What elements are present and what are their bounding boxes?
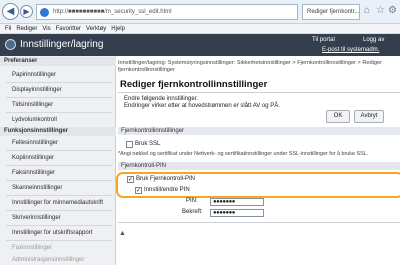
sidebar-item-copy[interactable]: Kopiinnstillinger xyxy=(12,154,114,162)
page: ◀ ▶ http://■■■■■■■■■■/m_security_ssl_edi… xyxy=(0,0,400,265)
sidebar-section-preferences: Preferanser xyxy=(0,57,116,66)
sidebar-item-report[interactable]: Innstillinger for utskriftsrapport xyxy=(12,229,114,237)
page-title: Rediger fjernkontrollinnstillinger xyxy=(120,79,268,90)
use-ssl-checkbox[interactable] xyxy=(126,141,133,148)
sidebar-divider xyxy=(6,225,112,226)
sidebar-divider xyxy=(6,150,112,151)
portal-link[interactable]: Til portal xyxy=(312,35,335,45)
confirm-pin-input[interactable]: ●●●●●●● xyxy=(210,209,264,217)
menu-view[interactable]: Vis xyxy=(42,26,50,32)
confirm-label: Bekreft: xyxy=(182,209,203,215)
sidebar-item-faxsettings[interactable]: Faxinnstillinger xyxy=(12,244,114,252)
sidebar-divider xyxy=(6,210,112,211)
sidebar-section-functions: Funksjonsinnstillinger xyxy=(0,127,116,136)
sidebar-item-media-print[interactable]: Innstillinger for minnemediautskrift xyxy=(12,199,114,207)
sidebar-item-common[interactable]: Fellesinnstillinger xyxy=(12,139,114,147)
sidebar-divider xyxy=(6,240,112,241)
ok-button[interactable]: OK xyxy=(326,110,350,123)
tab-label: Rediger fjernkontr... xyxy=(307,9,360,15)
cancel-button[interactable]: Avbryt xyxy=(354,110,384,123)
sidebar-divider xyxy=(6,82,112,83)
browser-tab[interactable]: Rediger fjernkontr... xyxy=(302,4,360,20)
url-field[interactable]: http://■■■■■■■■■■/m_security_ssl_edit.ht… xyxy=(36,4,298,20)
checkbox-checked-icon: ✓ xyxy=(128,177,134,183)
sidebar-item-scan[interactable]: Skanneinnstillinger xyxy=(12,184,114,192)
app-title: Innstillinger/lagring xyxy=(20,39,104,50)
header-links: Til portal Logg av xyxy=(310,35,400,45)
up-arrow-icon[interactable]: ▲ xyxy=(119,230,126,237)
checkbox-checked-icon: ✓ xyxy=(136,188,142,194)
section-remote-ui: Fjernkontrollinnstillinger xyxy=(118,127,400,135)
sidebar-item-display[interactable]: Displayinnstillinger xyxy=(12,86,114,94)
sidebar-divider xyxy=(6,195,112,196)
forward-icon[interactable]: ▶ xyxy=(20,5,33,18)
sidebar-divider xyxy=(6,97,112,98)
sidebar-divider xyxy=(6,165,112,166)
sidebar-item-admin[interactable]: Administrasjonsinnstillinger xyxy=(12,256,114,264)
menu-edit[interactable]: Rediger xyxy=(16,26,37,32)
use-ssl-label: Bruk SSL xyxy=(135,141,161,147)
sidebar-item-time[interactable]: Tidsinnstillinger xyxy=(12,101,114,109)
menu-favorites[interactable]: Favoritter xyxy=(56,26,81,32)
ie-icon xyxy=(40,8,49,17)
description-line-2: Endringer virker etter at hovedstrømmen … xyxy=(124,103,280,109)
sidebar-item-printer[interactable]: Skriverinnstillinger xyxy=(12,214,114,222)
sidebar-divider xyxy=(6,112,112,113)
use-pin-label: Bruk Fjernkontroll-PIN xyxy=(136,176,196,182)
sidebar-item-fax[interactable]: Faksinnstillinger xyxy=(12,169,114,177)
home-icon[interactable]: ⌂ xyxy=(364,5,370,17)
title-divider xyxy=(118,92,400,93)
sidebar-divider xyxy=(6,180,112,181)
description-line-1: Endre følgende innstillinger. xyxy=(124,96,199,102)
section-remote-pin: Fjernkontroll-PIN xyxy=(118,162,400,170)
ssl-note: *Angi nøkkel og sertifikat under Nettver… xyxy=(118,151,369,157)
use-pin-checkbox[interactable]: ✓ xyxy=(127,176,134,183)
breadcrumb: Innstillinger/lagring: Systemstyringsinn… xyxy=(118,60,382,73)
sidebar-item-paper[interactable]: Papirinnstillinger xyxy=(12,71,114,79)
sidebar-item-volume[interactable]: Lydvolumkontroll xyxy=(12,116,114,124)
gear-icon[interactable]: ⚙ xyxy=(388,5,397,17)
menu-file[interactable]: Fil xyxy=(5,26,11,32)
pin-input[interactable]: ●●●●●●● xyxy=(210,198,264,206)
settings-logo-icon xyxy=(5,39,16,50)
menu-tools[interactable]: Verktøy xyxy=(86,26,106,32)
back-icon[interactable]: ◀ xyxy=(2,3,19,20)
logout-link[interactable]: Logg av xyxy=(363,35,384,45)
bottom-divider xyxy=(118,222,400,223)
set-pin-checkbox[interactable]: ✓ xyxy=(135,187,142,194)
url-text: http://■■■■■■■■■■/m_security_ssl_edit.ht… xyxy=(53,9,172,15)
browser-menu-bar: Fil Rediger Vis Favoritter Verktøy Hjelp xyxy=(0,24,400,34)
menu-help[interactable]: Hjelp xyxy=(111,26,125,32)
email-admin-link[interactable]: E-post til systemadm. xyxy=(322,46,379,54)
pin-label: PIN: xyxy=(186,198,198,204)
set-pin-label: Innstill/endre PIN xyxy=(144,187,190,193)
star-icon[interactable]: ☆ xyxy=(376,5,385,17)
